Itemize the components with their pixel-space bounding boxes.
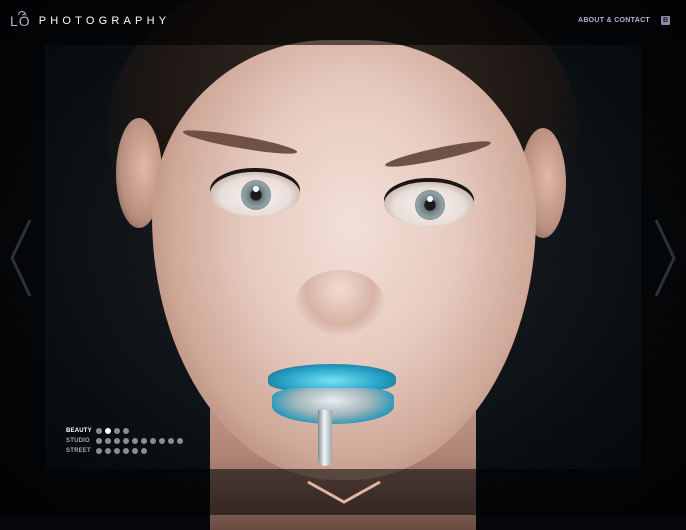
category-row-beauty: BEAUTY [66,426,186,436]
slide-dot[interactable] [132,448,138,454]
slide-dot[interactable] [105,448,111,454]
slide-dot[interactable] [105,438,111,444]
slide-dot[interactable] [123,428,129,434]
slide-dot[interactable] [123,438,129,444]
slide-dot[interactable] [114,428,120,434]
left-eye [210,172,300,216]
slide-dot[interactable] [96,448,102,454]
logo-mark: LÔ [10,10,31,32]
slide-dot[interactable] [96,428,102,434]
left-iris [241,180,271,210]
chevron-left-icon[interactable] [8,218,34,298]
lower-lip [272,388,394,424]
slide-dot[interactable] [150,438,156,444]
logo-text: PHOTOGRAPHY [38,15,171,27]
slide-dot[interactable] [114,438,120,444]
site-logo[interactable]: LÔ PHOTOGRAPHY [10,10,170,32]
slide-dot[interactable] [105,428,111,434]
slide-dot[interactable] [96,438,102,444]
silver-drip [318,410,332,466]
category-dots [96,428,132,434]
category-dots [96,438,186,444]
slide-dot[interactable] [123,448,129,454]
category-label-studio[interactable]: STUDIO [66,436,96,446]
chevron-right-icon[interactable] [652,218,678,298]
slide-dot[interactable] [114,448,120,454]
category-label-street[interactable]: STREET [66,446,96,456]
slide-dot[interactable] [132,438,138,444]
category-dots [96,448,150,454]
slide-dot[interactable] [177,438,183,444]
slide-dot[interactable] [141,448,147,454]
right-eye [384,182,474,226]
category-label-beauty[interactable]: BEAUTY [66,426,96,436]
about-contact-link[interactable]: ABOUT & CONTACT [578,16,650,26]
nose [296,270,384,334]
gallery-categories: BEAUTY STUDIO STREET [66,426,186,456]
slide-dot[interactable] [141,438,147,444]
chevron-down-icon[interactable] [306,478,382,506]
category-row-studio: STUDIO [66,436,186,446]
category-row-street: STREET [66,446,186,456]
right-iris [415,190,445,220]
slide-dot[interactable] [168,438,174,444]
slide-dot[interactable] [159,438,165,444]
social-button[interactable]: B [661,16,670,25]
